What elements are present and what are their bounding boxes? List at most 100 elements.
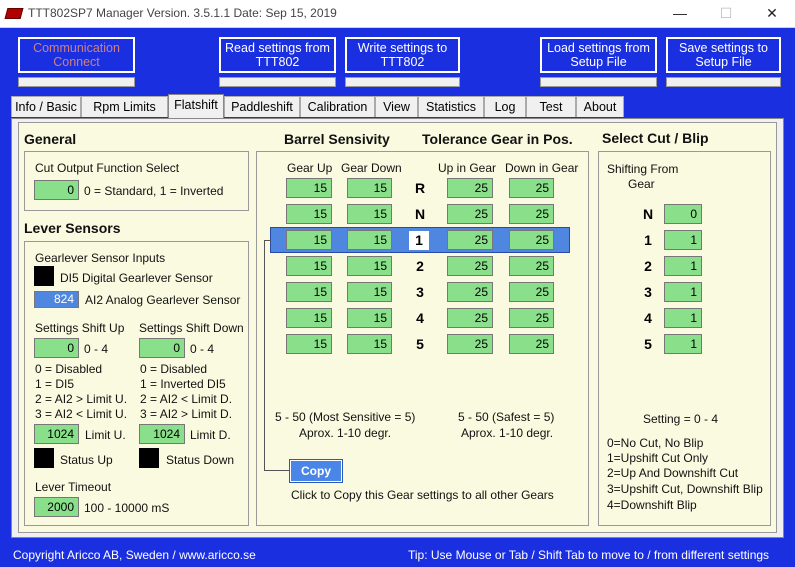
copy-hint: Click to Copy this Gear settings to all … (291, 488, 554, 502)
cut-blip-n-input[interactable]: 0 (664, 204, 702, 224)
cut-output-label: Cut Output Function Select (35, 161, 180, 175)
cut-blip-legend-0: 0=No Cut, No Blip (607, 436, 704, 450)
cut-blip-5-input[interactable]: 1 (664, 334, 702, 354)
down-option-2: 2 = AI2 < Limit D. (140, 392, 233, 406)
gear-down-3-input[interactable]: 15 (347, 282, 392, 302)
save-progress-bar (666, 77, 781, 87)
gear-down-4-input[interactable]: 15 (347, 308, 392, 328)
tab-test[interactable]: Test (526, 96, 576, 117)
gear-down-r-input[interactable]: 15 (347, 178, 392, 198)
gear-down-2-input[interactable]: 15 (347, 256, 392, 276)
tab-info-basic[interactable]: Info / Basic (11, 96, 81, 117)
cut-blip-legend-3: 3=Upshift Cut, Downshift Blip (607, 482, 763, 496)
up-option-0: 0 = Disabled (35, 362, 103, 376)
up-in-gear-1-input[interactable]: 25 (447, 230, 493, 250)
cut-blip-1-input[interactable]: 1 (664, 230, 702, 250)
gear-up-1-input[interactable]: 15 (286, 230, 332, 250)
gear-up-5-input[interactable]: 15 (286, 334, 332, 354)
limit-up-input[interactable]: 1024 (34, 424, 79, 444)
gear-up-n-input[interactable]: 15 (286, 204, 332, 224)
read-settings-button[interactable]: Read settings from TTT802 (219, 37, 336, 73)
gear-down-5-input[interactable]: 15 (347, 334, 392, 354)
connect-label: Connect (53, 55, 100, 69)
ai2-label: AI2 Analog Gearlever Sensor (85, 293, 241, 307)
read-label-2: TTT802 (255, 55, 300, 69)
write-progress-bar (345, 77, 460, 87)
down-in-gear-r-input[interactable]: 25 (509, 178, 554, 198)
tolerance-range-hint: 5 - 50 (Safest = 5) (458, 410, 555, 424)
cut-gear-label-2: 2 (644, 258, 652, 274)
cut-blip-2-input[interactable]: 1 (664, 256, 702, 276)
load-label-2: Setup File (570, 55, 627, 69)
save-setup-file-button[interactable]: Save settings to Setup File (666, 37, 781, 73)
up-in-gear-4-input[interactable]: 25 (447, 308, 493, 328)
down-in-gear-5-input[interactable]: 25 (509, 334, 554, 354)
read-label-1: Read settings from (225, 41, 330, 55)
load-progress-bar (540, 77, 657, 87)
up-in-gear-n-input[interactable]: 25 (447, 204, 493, 224)
tolerance-heading: Tolerance Gear in Pos. (422, 131, 573, 147)
status-bar: Copyright Aricco AB, Sweden / www.aricco… (0, 545, 795, 567)
down-in-gear-2-input[interactable]: 25 (509, 256, 554, 276)
gear-up-2-input[interactable]: 15 (286, 256, 332, 276)
tab-view[interactable]: View (375, 96, 418, 117)
up-in-gear-r-input[interactable]: 25 (447, 178, 493, 198)
minimize-icon[interactable]: — (657, 0, 703, 28)
col-gear-up: Gear Up (287, 161, 333, 175)
sensitivity-range-hint: 5 - 50 (Most Sensitive = 5) (275, 410, 416, 424)
communication-connect-button[interactable]: Communication Connect (18, 37, 135, 73)
shift-down-input[interactable]: 0 (139, 338, 185, 358)
tab-paddleshift[interactable]: Paddleshift (224, 96, 300, 117)
tab-flatshift[interactable]: Flatshift (168, 94, 224, 118)
cut-output-input[interactable]: 0 (34, 180, 79, 200)
down-in-gear-3-input[interactable]: 25 (509, 282, 554, 302)
shift-up-title: Settings Shift Up (35, 321, 125, 335)
cut-blip-legend-1: 1=Upshift Cut Only (607, 451, 709, 465)
down-in-gear-n-input[interactable]: 25 (509, 204, 554, 224)
tab-log[interactable]: Log (484, 96, 526, 117)
copy-connector-vertical (264, 240, 265, 471)
limit-up-label: Limit U. (85, 428, 126, 442)
tab-rpm-limits[interactable]: Rpm Limits (81, 96, 168, 117)
cut-blip-4-input[interactable]: 1 (664, 308, 702, 328)
save-label-1: Save settings to (679, 41, 768, 55)
limit-down-input[interactable]: 1024 (139, 424, 185, 444)
general-heading: General (24, 131, 77, 147)
tab-about[interactable]: About (576, 96, 624, 117)
down-in-gear-4-input[interactable]: 25 (509, 308, 554, 328)
up-in-gear-2-input[interactable]: 25 (447, 256, 493, 276)
down-in-gear-1-input[interactable]: 25 (509, 230, 554, 250)
close-icon[interactable]: ✕ (749, 0, 795, 28)
cut-blip-3-input[interactable]: 1 (664, 282, 702, 302)
load-setup-file-button[interactable]: Load settings from Setup File (540, 37, 657, 73)
gear-label-3: 3 (416, 284, 424, 300)
tab-statistics[interactable]: Statistics (418, 96, 484, 117)
cut-blip-setting-range: Setting = 0 - 4 (643, 412, 719, 426)
up-in-gear-3-input[interactable]: 25 (447, 282, 493, 302)
write-settings-button[interactable]: Write settings to TTT802 (345, 37, 460, 73)
gear-up-r-input[interactable]: 15 (286, 178, 332, 198)
gear-up-4-input[interactable]: 15 (286, 308, 332, 328)
gear-label-4: 4 (416, 310, 424, 326)
lever-timeout-input[interactable]: 2000 (34, 497, 79, 517)
col-gear-down: Gear Down (341, 161, 402, 175)
ai2-value: 824 (34, 291, 79, 308)
copy-button[interactable]: Copy (289, 459, 343, 483)
gear-down-1-input[interactable]: 15 (347, 230, 392, 250)
tab-calibration[interactable]: Calibration (300, 96, 375, 117)
gear-label-5: 5 (416, 336, 424, 352)
gear-up-3-input[interactable]: 15 (286, 282, 332, 302)
maximize-icon[interactable]: ☐ (703, 0, 749, 28)
shift-up-input[interactable]: 0 (34, 338, 79, 358)
shift-down-title: Settings Shift Down (139, 321, 244, 335)
gear-column-label: Gear (628, 177, 655, 191)
di5-label: DI5 Digital Gearlever Sensor (60, 271, 213, 285)
gear-label-n: N (414, 206, 426, 222)
up-option-3: 3 = AI2 < Limit U. (35, 407, 128, 421)
shift-up-range: 0 - 4 (84, 342, 109, 356)
gear-down-n-input[interactable]: 15 (347, 204, 392, 224)
load-label-1: Load settings from (547, 41, 650, 55)
up-in-gear-5-input[interactable]: 25 (447, 334, 493, 354)
sensitivity-degree-hint: Aprox. 1-10 degr. (299, 426, 392, 440)
status-up-label: Status Up (60, 453, 113, 467)
